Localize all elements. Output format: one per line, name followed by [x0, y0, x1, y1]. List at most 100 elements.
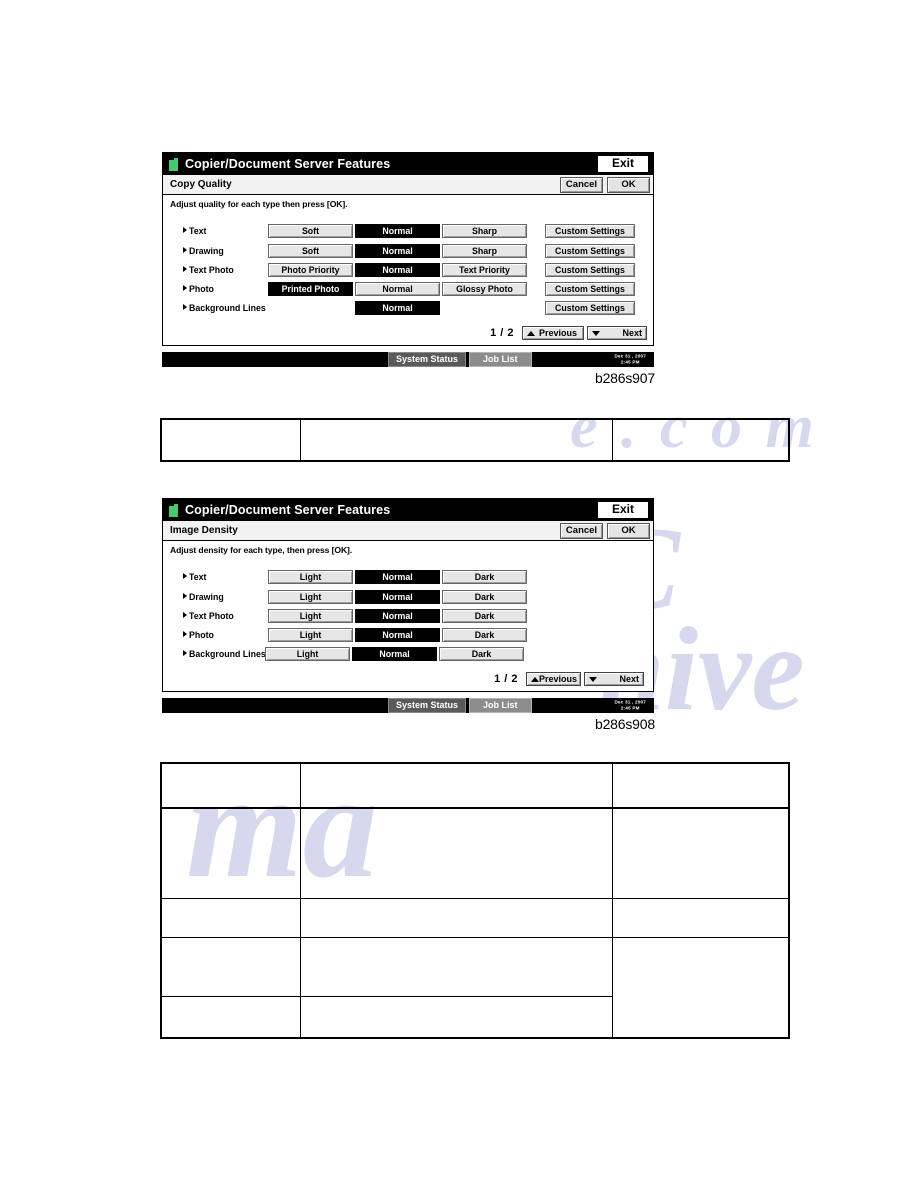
option-button-light[interactable]: Light — [268, 628, 353, 642]
row-label-text: Text — [183, 224, 206, 238]
custom-settings-button[interactable]: Custom Settings — [545, 301, 635, 315]
table-cell — [612, 936, 790, 1039]
table-cell — [612, 807, 790, 900]
triangle-bullet-icon — [183, 227, 187, 233]
option-button-text-priority[interactable]: Text Priority — [442, 263, 527, 277]
table-cell — [160, 418, 301, 462]
option-button-normal[interactable]: Normal — [355, 590, 440, 604]
option-button-soft[interactable]: Soft — [268, 224, 353, 238]
custom-settings-button[interactable]: Custom Settings — [545, 244, 635, 258]
job-list-button[interactable]: Job List — [469, 698, 532, 713]
figure-caption: b286s908 — [595, 716, 655, 732]
table-row — [160, 936, 790, 1039]
table-row — [160, 418, 790, 462]
row-label-photo: Photo — [183, 628, 214, 642]
figure-caption: b286s907 — [595, 370, 655, 386]
next-page-button[interactable]: Next — [584, 672, 644, 686]
custom-settings-button[interactable]: Custom Settings — [545, 282, 635, 296]
table-cell — [300, 807, 613, 900]
previous-page-button[interactable]: Previous — [526, 672, 581, 686]
screen-title: Image Density — [170, 525, 238, 536]
next-page-button[interactable]: Next — [587, 326, 647, 340]
content-table-lower — [160, 762, 790, 1039]
operator-panel-screen: Copier/Document Server Features Exit Cop… — [162, 152, 654, 346]
arrow-down-icon — [592, 330, 600, 336]
option-button-soft[interactable]: Soft — [268, 244, 353, 258]
arrow-up-icon — [531, 676, 539, 682]
clock-date: Dec 31 , 2007 — [614, 699, 646, 705]
machine-status-bar: System Status Job List Dec 31 , 2007 2:4… — [162, 352, 654, 367]
option-button-dark[interactable]: Dark — [442, 570, 527, 584]
settings-rows: Text Light Normal Dark Drawing Light Nor… — [163, 557, 653, 667]
option-button-normal[interactable]: Normal — [355, 224, 440, 238]
table-row: Photo Printed Photo Normal Glossy Photo … — [163, 282, 653, 296]
table-cell — [160, 807, 301, 900]
cancel-button[interactable]: Cancel — [560, 176, 603, 193]
triangle-bullet-icon — [183, 631, 187, 637]
table-row: Background Lines Normal Custom Settings — [163, 301, 653, 315]
clock-time: 2:45 PM — [620, 705, 640, 711]
panel-title: Copier/Document Server Features — [185, 157, 391, 171]
row-label-photo: Photo — [183, 282, 214, 296]
instruction-text: Adjust density for each type, then press… — [170, 545, 353, 555]
page-indicator: 1 / 2 — [490, 327, 514, 339]
option-button-light[interactable]: Light — [268, 609, 353, 623]
document-server-icon — [169, 157, 178, 171]
operator-panel-figure-image-density: Copier/Document Server Features Exit Ima… — [162, 498, 655, 732]
triangle-bullet-icon — [183, 593, 187, 599]
table-cell — [160, 995, 301, 1039]
ok-button[interactable]: OK — [607, 522, 650, 539]
previous-page-button[interactable]: Previous — [522, 326, 584, 340]
option-button-dark[interactable]: Dark — [439, 647, 524, 661]
operator-panel-figure-copy-quality: Copier/Document Server Features Exit Cop… — [162, 152, 655, 386]
arrow-up-icon — [527, 330, 535, 336]
clock-time: 2:45 PM — [620, 359, 640, 365]
custom-settings-button[interactable]: Custom Settings — [545, 224, 635, 238]
triangle-bullet-icon — [183, 285, 187, 291]
cancel-button[interactable]: Cancel — [560, 522, 603, 539]
custom-settings-button[interactable]: Custom Settings — [545, 263, 635, 277]
option-button-photo-priority[interactable]: Photo Priority — [268, 263, 353, 277]
option-button-printed-photo[interactable]: Printed Photo — [268, 282, 353, 296]
ok-button[interactable]: OK — [607, 176, 650, 193]
panel-subbar: Copy Quality Cancel OK — [163, 175, 653, 195]
option-button-light[interactable]: Light — [268, 590, 353, 604]
option-button-normal[interactable]: Normal — [355, 282, 440, 296]
table-cell — [160, 898, 301, 938]
option-button-normal[interactable]: Normal — [355, 609, 440, 623]
screen-title: Copy Quality — [170, 179, 232, 190]
option-button-normal[interactable]: Normal — [355, 301, 440, 315]
option-button-normal[interactable]: Normal — [355, 570, 440, 584]
option-button-light[interactable]: Light — [265, 647, 350, 661]
option-button-dark[interactable]: Dark — [442, 628, 527, 642]
option-button-light[interactable]: Light — [268, 570, 353, 584]
exit-button[interactable]: Exit — [596, 501, 649, 519]
clock-display: Dec 31 , 2007 2:45 PM — [615, 353, 646, 366]
exit-button[interactable]: Exit — [596, 155, 649, 173]
option-button-normal[interactable]: Normal — [355, 263, 440, 277]
triangle-bullet-icon — [183, 573, 187, 579]
option-button-dark[interactable]: Dark — [442, 609, 527, 623]
content-table-upper — [160, 418, 790, 462]
instruction-text: Adjust quality for each type then press … — [170, 199, 348, 209]
job-list-button[interactable]: Job List — [469, 352, 532, 367]
table-row — [160, 898, 790, 938]
table-cell — [300, 936, 613, 997]
clock-date: Dec 31 , 2007 — [614, 353, 646, 359]
row-label-text: Text — [183, 570, 206, 584]
triangle-bullet-icon — [183, 612, 187, 618]
table-cell — [612, 418, 790, 462]
system-status-button[interactable]: System Status — [388, 698, 467, 713]
option-button-normal[interactable]: Normal — [355, 628, 440, 642]
machine-status-bar: System Status Job List Dec 31 , 2007 2:4… — [162, 698, 654, 713]
system-status-button[interactable]: System Status — [388, 352, 467, 367]
option-button-sharp[interactable]: Sharp — [442, 244, 527, 258]
row-label-text-photo: Text Photo — [183, 263, 234, 277]
option-button-sharp[interactable]: Sharp — [442, 224, 527, 238]
table-cell — [300, 995, 613, 1039]
option-button-normal[interactable]: Normal — [355, 244, 440, 258]
option-button-normal[interactable]: Normal — [352, 647, 437, 661]
option-button-dark[interactable]: Dark — [442, 590, 527, 604]
settings-rows: Text Soft Normal Sharp Custom Settings D… — [163, 211, 653, 321]
option-button-glossy-photo[interactable]: Glossy Photo — [442, 282, 527, 296]
